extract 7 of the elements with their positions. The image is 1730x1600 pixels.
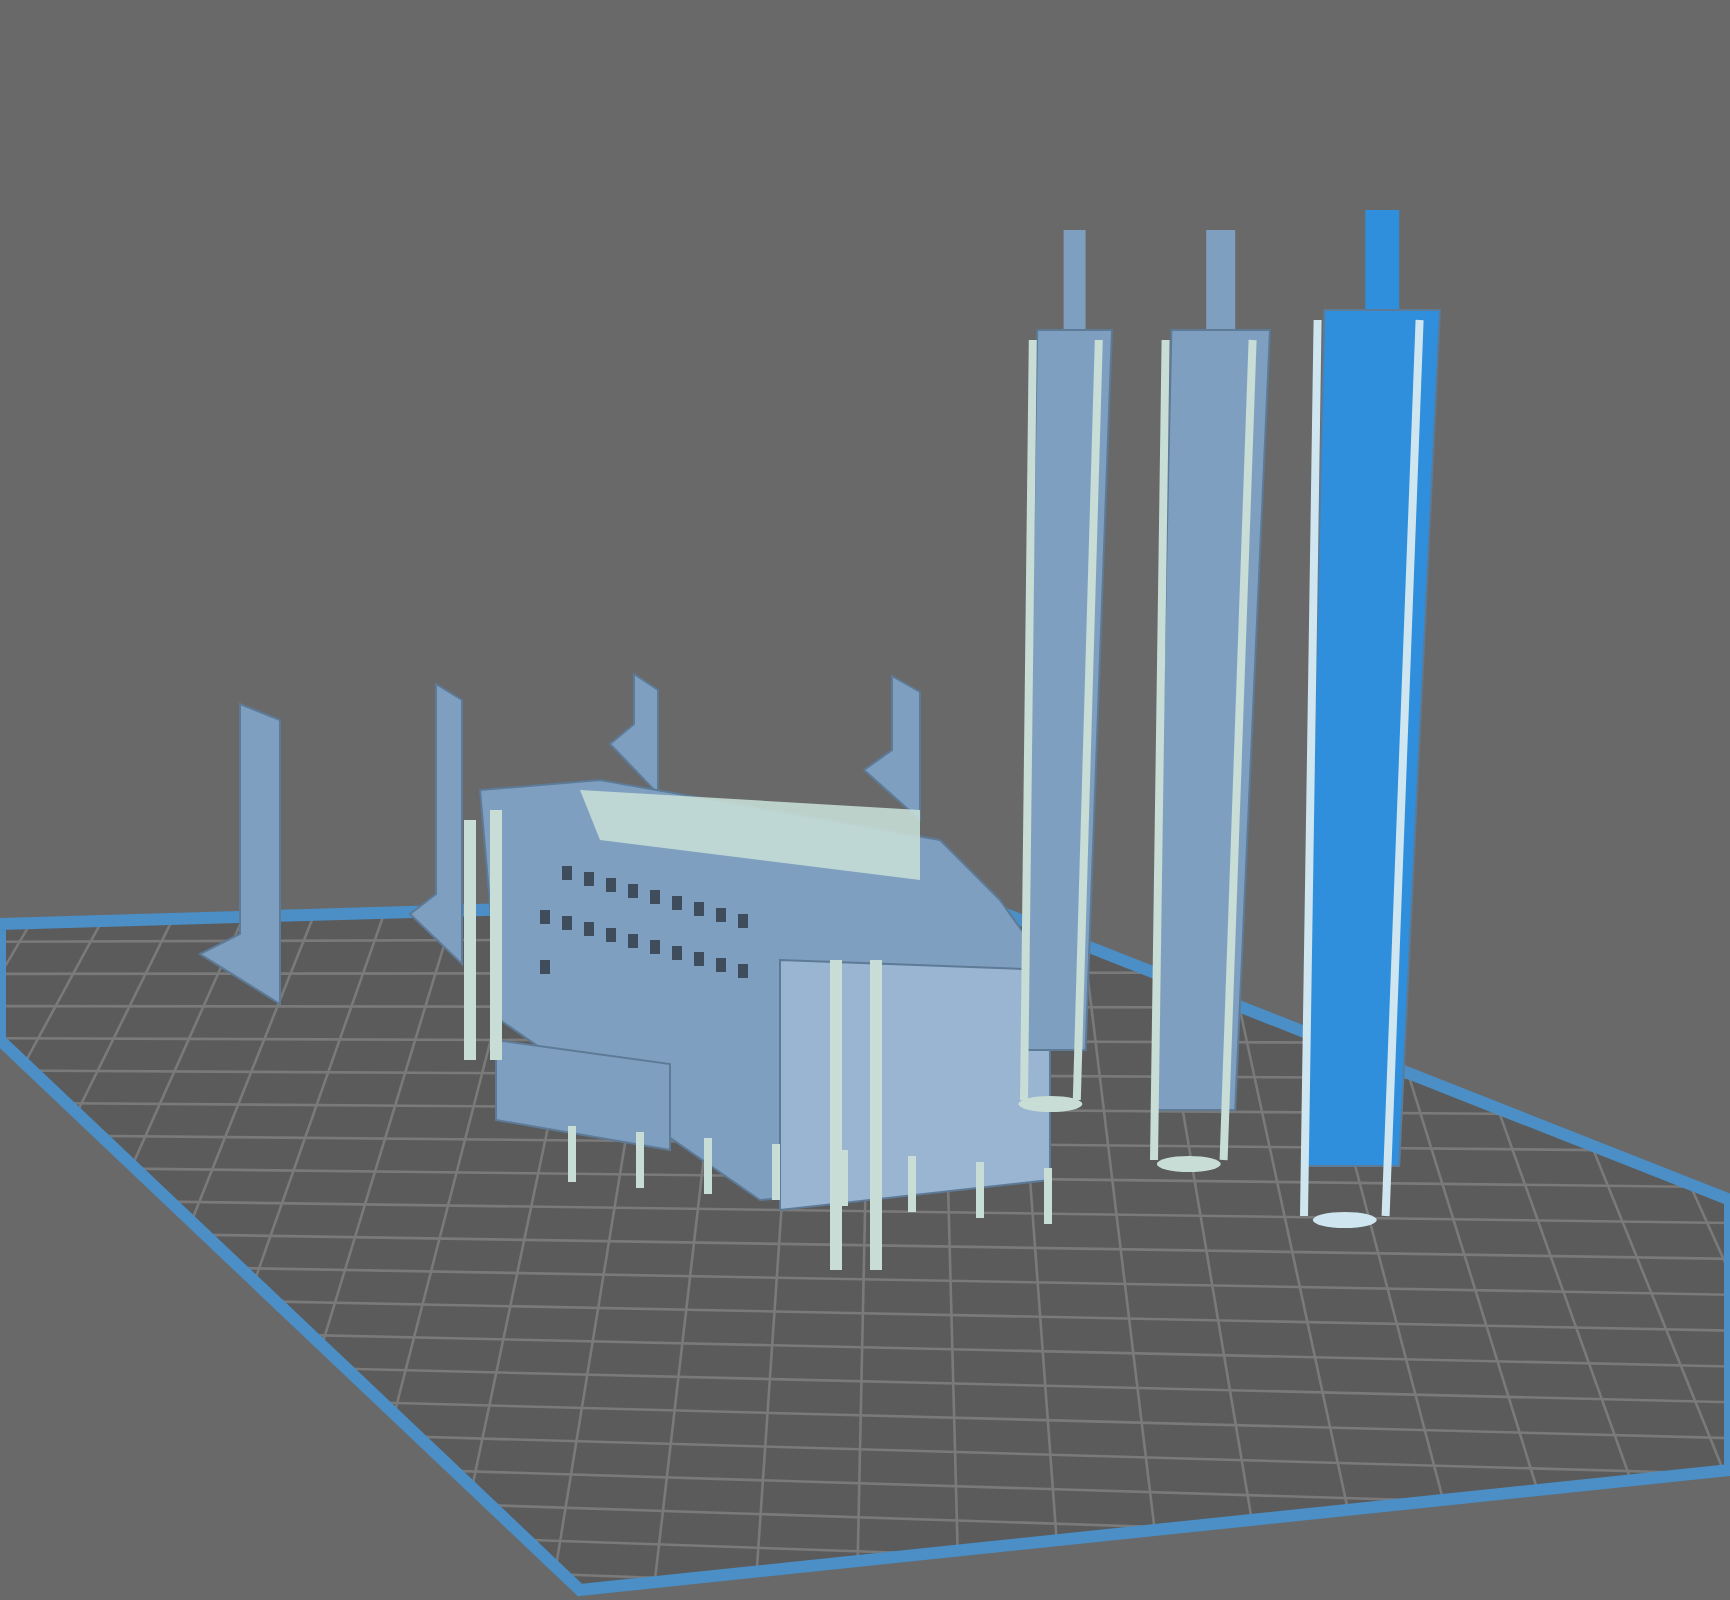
chimney-model[interactable] <box>1018 230 1114 1112</box>
wall-panel-model[interactable] <box>862 674 921 823</box>
building-model[interactable] <box>464 779 1052 1270</box>
wall-panel-model[interactable] <box>408 682 463 967</box>
wall-panel-model[interactable] <box>197 702 281 1006</box>
chimney-model[interactable] <box>1150 230 1272 1172</box>
chimney-model[interactable] <box>1300 210 1442 1228</box>
